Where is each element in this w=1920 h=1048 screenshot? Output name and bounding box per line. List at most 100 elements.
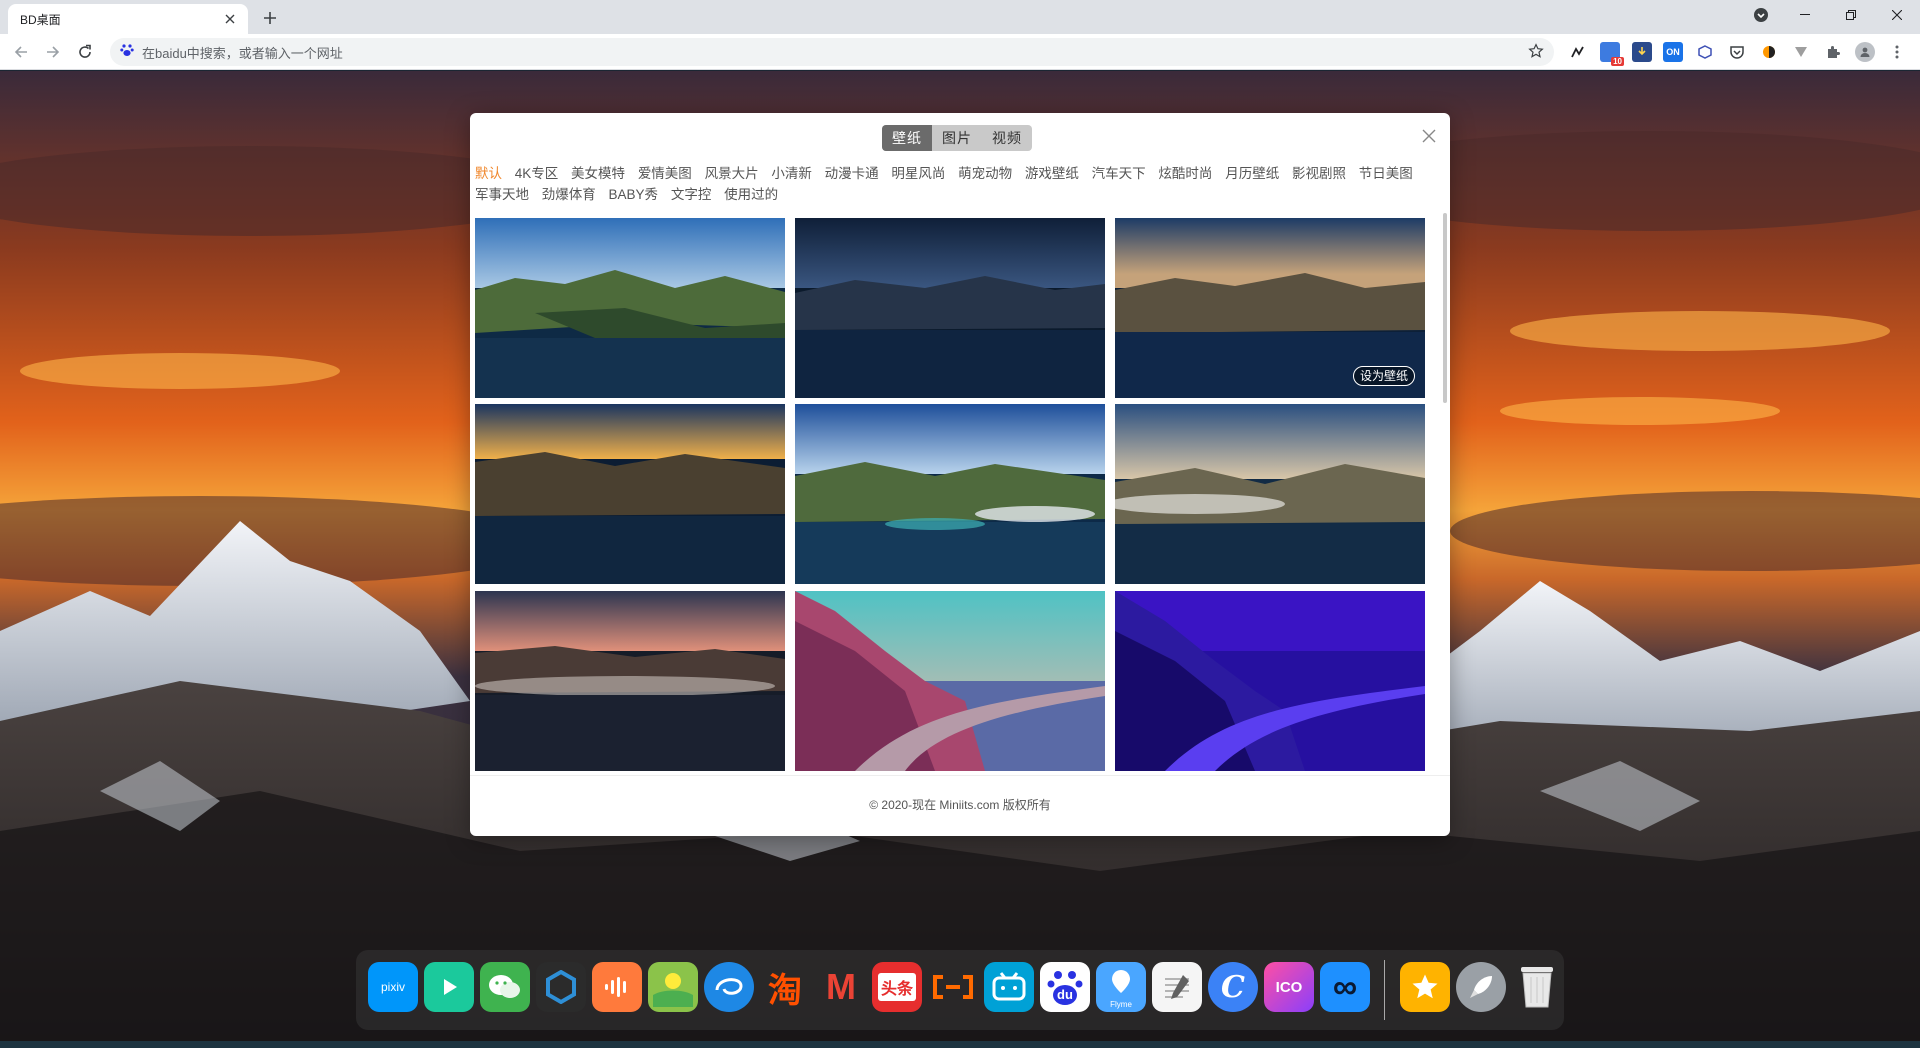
tab-bd-desktop[interactable]: BD桌面 [8,4,248,34]
taobao-icon[interactable]: 淘 [760,962,810,1012]
pixiv-label: pixiv [380,980,405,994]
toutiao-label: 头条 [877,973,916,1001]
category-default[interactable]: 默认 [475,163,502,184]
icourse-icon[interactable]: ICO [1264,962,1314,1012]
category-used[interactable]: 使用过的 [724,184,778,205]
launchpad-rocket-icon[interactable] [1456,962,1506,1012]
taobao-label: 淘 [768,970,802,1011]
reload-icon[interactable] [72,39,98,65]
wallpaper-grid: 设为壁纸 [475,218,1440,778]
icourse-label: ICO [1275,978,1303,996]
wallpaper-thumb[interactable] [475,404,785,584]
trash-icon[interactable] [1512,962,1562,1012]
category-fresh[interactable]: 小清新 [771,163,812,184]
gmail-icon[interactable]: M [816,962,866,1012]
translate-badge: ON [1666,47,1680,57]
pixiv-icon[interactable]: pixiv [368,962,418,1012]
podcast-icon[interactable] [592,962,642,1012]
tab-videos[interactable]: 视频 [982,125,1032,151]
copyright-footer: © 2020-现在 Miniits.com 版权所有 [869,798,1051,812]
close-tab-icon[interactable] [222,11,238,27]
color-wheel-icon[interactable] [1759,42,1779,62]
category-cars[interactable]: 汽车天下 [1092,163,1146,184]
category-baby[interactable]: BABY秀 [609,184,659,205]
category-games[interactable]: 游戏壁纸 [1025,163,1079,184]
tab-title: BD桌面 [20,12,61,27]
flyme-label: Flyme [1110,1000,1132,1009]
category-pets[interactable]: 萌宠动物 [958,163,1012,184]
translate-toggle-icon[interactable]: ON [1663,42,1683,62]
infinity-icon[interactable]: ∞ [1320,962,1370,1012]
wallpaper-thumb[interactable] [795,591,1105,771]
category-sports[interactable]: 劲爆体育 [542,184,596,205]
puzzle-icon[interactable] [1823,42,1843,62]
minimize-icon[interactable] [1782,0,1828,30]
address-bar[interactable]: 在baidu中搜索，或者输入一个网址 [110,38,1554,66]
category-love[interactable]: 爱情美图 [638,163,692,184]
tasks-badge: 10 [1611,57,1624,66]
app-dock: pixiv 淘 M 头条 du Flyme C ICO ∞ [356,950,1564,1030]
wallpaper-thumb[interactable] [475,591,785,771]
bookmark-star-icon[interactable] [1528,43,1546,61]
hexagon-app-icon[interactable] [536,962,586,1012]
system-taskbar-edge [0,1041,1920,1048]
category-list: 默认 4K专区 美女模特 爱情美图 风景大片 小清新 动漫卡通 明星风尚 萌宠动… [475,163,1445,205]
category-movies[interactable]: 影视剧照 [1292,163,1346,184]
c-app-label: C [1221,969,1245,1005]
tab-images[interactable]: 图片 [932,125,982,151]
tab-search-icon[interactable] [1738,0,1784,30]
baidu-paw-icon [120,43,134,62]
toutiao-icon[interactable]: 头条 [872,962,922,1012]
video-player-icon[interactable] [424,962,474,1012]
wechat-icon[interactable] [480,962,530,1012]
baidu-label: du [1057,987,1073,1002]
wallpaper-thumb[interactable] [795,404,1105,584]
gmail-label: M [826,966,856,1007]
pocket-icon[interactable] [1727,42,1747,62]
vue-devtools-icon[interactable] [1791,42,1811,62]
infinity-label: ∞ [1332,967,1358,1006]
pen-icon[interactable] [1568,42,1588,62]
category-models[interactable]: 美女模特 [571,163,625,184]
category-anime[interactable]: 动漫卡通 [825,163,879,184]
wallpaper-thumb[interactable] [1115,591,1425,771]
wallpaper-thumb[interactable] [1115,404,1425,584]
restore-icon[interactable] [1828,0,1874,30]
browser-swirl-icon[interactable] [704,962,754,1012]
close-window-icon[interactable] [1874,0,1920,30]
aliyun-icon[interactable] [928,962,978,1012]
download-icon[interactable] [1632,42,1652,62]
close-modal-icon[interactable] [1422,129,1438,145]
bilibili-icon[interactable] [984,962,1034,1012]
wallpaper-thumb[interactable]: 设为壁纸 [1115,218,1425,398]
cube-icon[interactable] [1695,42,1715,62]
new-tab-icon[interactable] [258,6,282,30]
notes-icon[interactable] [1152,962,1202,1012]
category-4k[interactable]: 4K专区 [515,163,559,184]
flyme-icon[interactable]: Flyme [1096,962,1146,1012]
tab-strip: BD桌面 [0,0,1920,34]
wallpaper-thumb[interactable] [475,218,785,398]
category-calendar[interactable]: 月历壁纸 [1225,163,1279,184]
grid-scrollbar[interactable] [1443,213,1447,403]
dock-separator [1384,960,1385,1020]
category-stars[interactable]: 明星风尚 [891,163,945,184]
browser-toolbar: 在baidu中搜索，或者输入一个网址 10 ON [0,34,1920,70]
forward-icon[interactable] [40,39,66,65]
category-cool[interactable]: 炫酷时尚 [1158,163,1212,184]
category-text[interactable]: 文字控 [671,184,712,205]
profile-icon[interactable] [1855,42,1875,62]
weather-icon[interactable] [648,962,698,1012]
wallpaper-thumb[interactable] [795,218,1105,398]
tab-wallpaper[interactable]: 壁纸 [882,125,932,151]
category-festival[interactable]: 节日美图 [1359,163,1413,184]
category-military[interactable]: 军事天地 [475,184,529,205]
favorites-star-icon[interactable] [1400,962,1450,1012]
tasks-icon[interactable]: 10 [1600,42,1624,66]
c-app-icon[interactable]: C [1208,962,1258,1012]
category-scenery[interactable]: 风景大片 [705,163,759,184]
back-icon[interactable] [8,39,34,65]
baidu-icon[interactable]: du [1040,962,1090,1012]
menu-kebab-icon[interactable] [1887,42,1907,62]
set-wallpaper-button[interactable]: 设为壁纸 [1352,366,1415,386]
